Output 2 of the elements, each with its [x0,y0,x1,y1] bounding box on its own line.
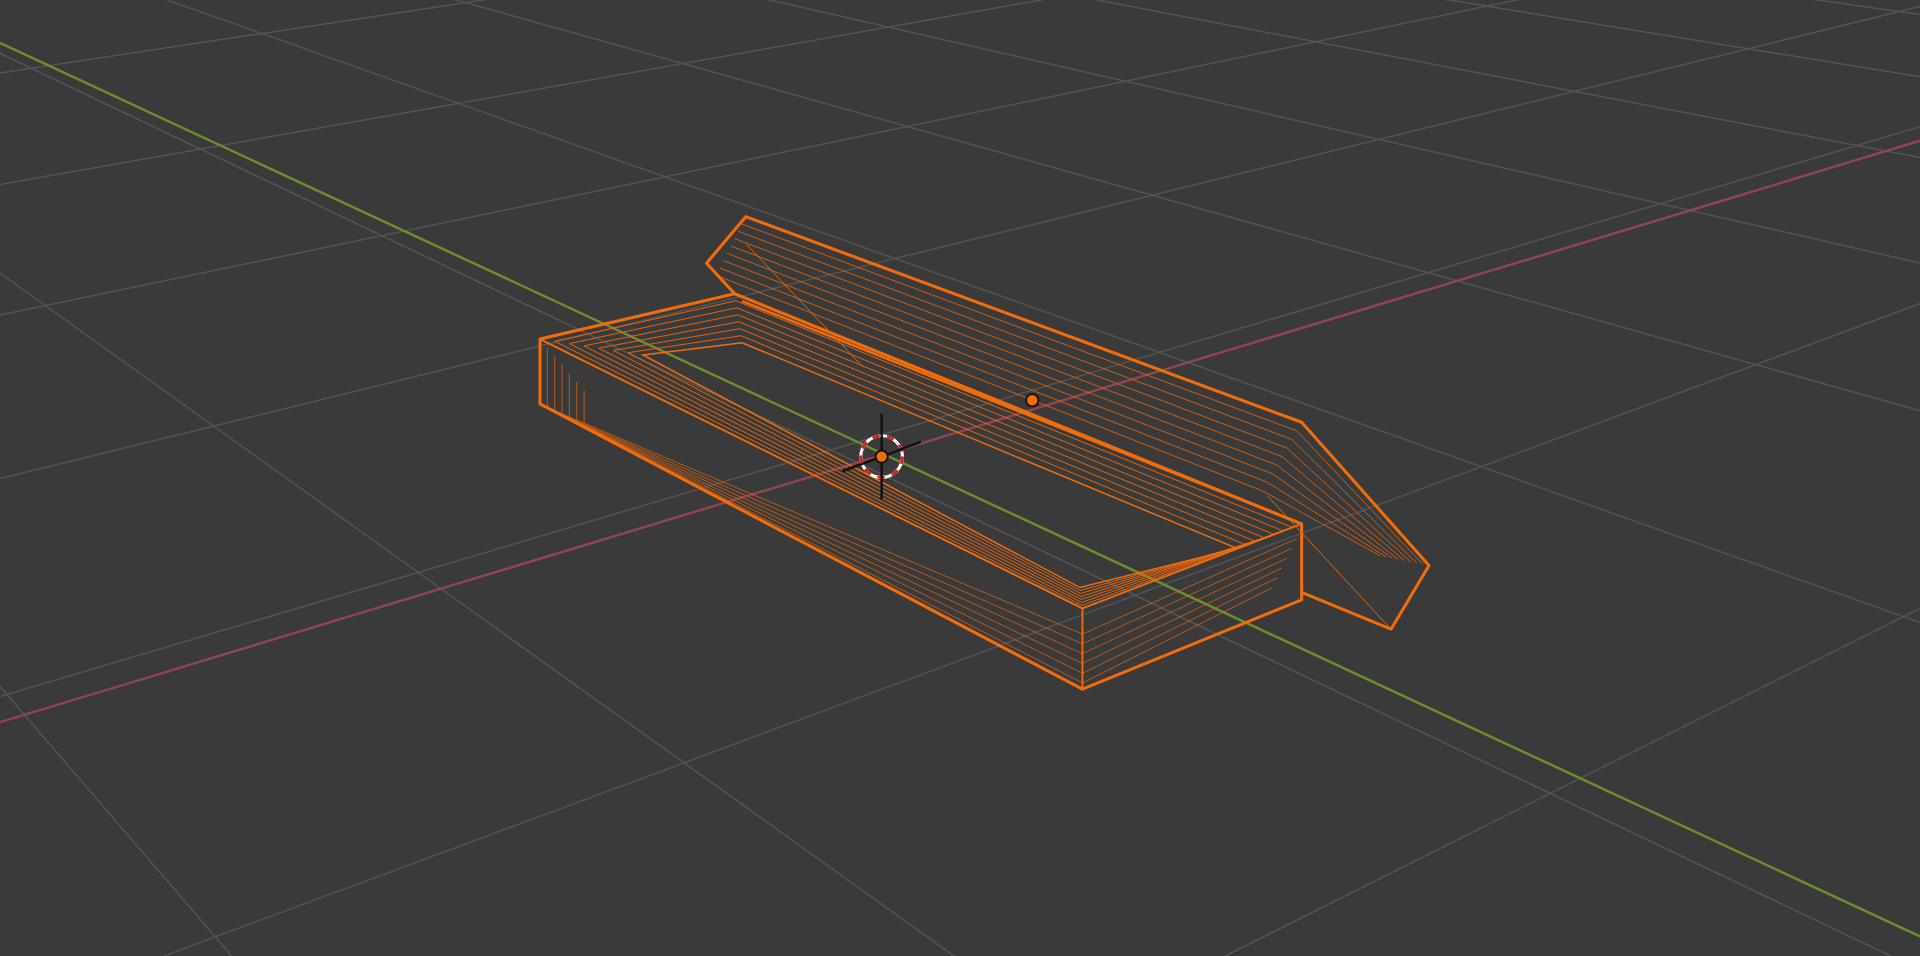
crosshair-icon [842,413,922,500]
origin-dot [1025,393,1040,408]
